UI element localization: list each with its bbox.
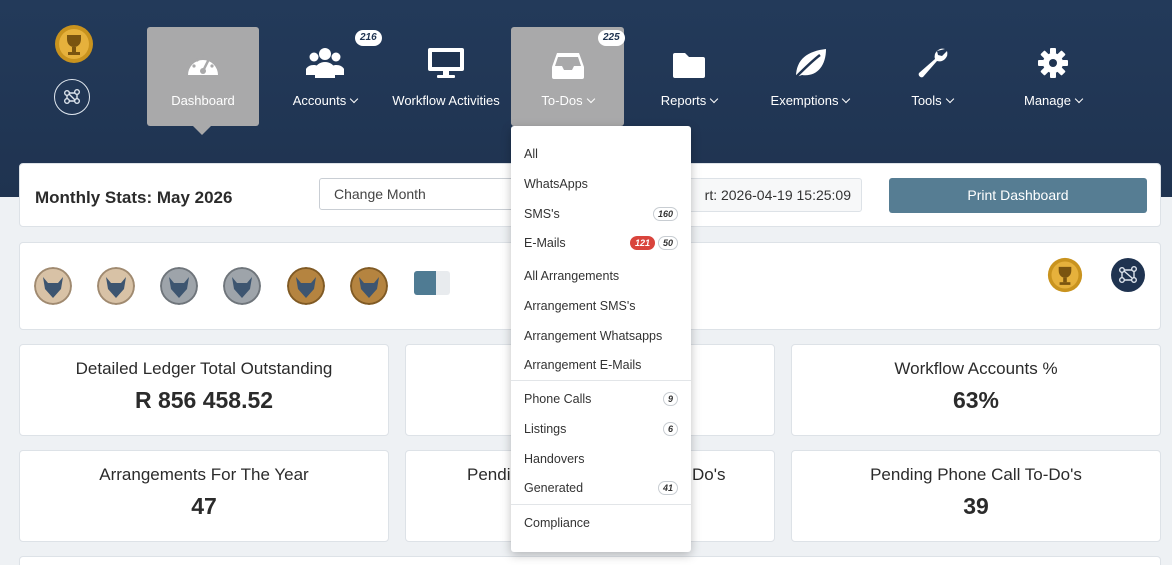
progress-fill xyxy=(414,271,436,295)
brain-network-icon[interactable] xyxy=(54,79,90,115)
menu-item-label: Compliance xyxy=(524,516,591,530)
stat-card-arrangements-year: Arrangements For The Year 47 xyxy=(19,450,389,542)
bottom-panel xyxy=(19,556,1161,565)
nav-dashboard-label: Dashboard xyxy=(171,93,235,108)
unread-count-badge: 121 xyxy=(629,236,655,250)
page-title: Monthly Stats: May 2026 xyxy=(35,188,233,207)
change-month-select[interactable]: Change Month xyxy=(319,178,519,210)
menu-item-label: Arrangement Whatsapps xyxy=(524,329,663,343)
count-badge: 6 xyxy=(662,422,678,436)
leaf-icon xyxy=(792,39,828,79)
menu-item-label: All xyxy=(524,147,538,161)
todos-dropdown-menu: All WhatsApps SMS's 160 E-Mails 121 50 A… xyxy=(511,126,691,552)
menu-item-all-arrangements[interactable]: All Arrangements xyxy=(511,263,691,289)
menu-item-arrangement-emails[interactable]: Arrangement E-Mails xyxy=(511,352,691,378)
fox-badge-icon[interactable] xyxy=(160,267,198,305)
dashboard-gauge-icon xyxy=(185,39,221,79)
menu-item-listings[interactable]: Listings 6 xyxy=(511,416,691,442)
inbox-icon xyxy=(551,39,584,79)
menu-item-label: Phone Calls xyxy=(524,392,592,406)
gear-icon xyxy=(1037,39,1069,79)
chevron-down-icon xyxy=(710,94,719,103)
menu-item-emails[interactable]: E-Mails 121 50 xyxy=(511,230,691,256)
chevron-down-icon xyxy=(349,94,359,103)
menu-item-label: Arrangement SMS's xyxy=(524,299,636,313)
todos-count-badge: 225 xyxy=(598,30,625,46)
stat-card-title-right: Do's xyxy=(692,465,726,484)
nav-reports[interactable]: Reports xyxy=(650,27,728,126)
menu-item-handovers[interactable]: Handovers xyxy=(511,446,691,472)
folder-icon xyxy=(672,39,706,79)
count-badge: 41 xyxy=(657,481,678,495)
fox-badge-icon[interactable] xyxy=(223,267,261,305)
fox-badge-icon[interactable] xyxy=(34,267,72,305)
menu-item-label: E-Mails xyxy=(524,236,566,250)
stat-card-title: Arrangements For The Year xyxy=(99,465,309,484)
report-date-field: rt: 2026-04-19 15:25:09 xyxy=(680,178,862,212)
menu-item-label: Handovers xyxy=(524,452,585,466)
stat-card-value: R 856 458.52 xyxy=(134,387,274,413)
menu-item-label: SMS's xyxy=(524,207,560,221)
stat-card-value: 63% xyxy=(952,387,1000,413)
count-badge: 160 xyxy=(652,207,678,221)
nav-accounts-label: Accounts xyxy=(292,93,347,108)
chevron-down-icon xyxy=(1074,94,1084,103)
chevron-down-icon xyxy=(945,94,954,103)
menu-divider xyxy=(511,504,691,505)
stat-card-title: Workflow Accounts % xyxy=(894,359,1058,378)
stat-card-title: Pending Phone Call To-Do's xyxy=(870,465,1082,484)
menu-item-phone-calls[interactable]: Phone Calls 9 xyxy=(511,386,691,412)
stat-card-value: 47 xyxy=(191,493,217,519)
users-icon xyxy=(306,39,344,79)
menu-item-label: Arrangement E-Mails xyxy=(524,358,642,372)
menu-item-arrangement-whatsapps[interactable]: Arrangement Whatsapps xyxy=(511,323,691,349)
active-tab-pointer xyxy=(192,125,212,135)
menu-item-whatsapps[interactable]: WhatsApps xyxy=(511,171,691,197)
badge-progress-bar xyxy=(414,271,450,295)
accounts-count-badge: 216 xyxy=(355,30,382,46)
nav-workflow-activities[interactable]: Workflow Activities xyxy=(390,27,502,126)
menu-item-label: Listings xyxy=(524,422,567,436)
menu-item-generated[interactable]: Generated 41 xyxy=(511,475,691,501)
chevron-down-icon xyxy=(586,94,595,103)
wrench-icon xyxy=(915,39,949,79)
menu-item-all[interactable]: All xyxy=(511,141,691,167)
stat-card-title: Pendi xyxy=(467,465,511,484)
nav-exemptions-label: Exemptions xyxy=(770,93,839,108)
brain-network-icon[interactable] xyxy=(1110,257,1146,293)
print-dashboard-button[interactable]: Print Dashboard xyxy=(889,178,1147,213)
fox-badge-icon[interactable] xyxy=(287,267,325,305)
chevron-down-icon xyxy=(842,94,851,103)
nav-workflow-label: Workflow Activities xyxy=(392,93,500,108)
nav-manage[interactable]: Manage xyxy=(1014,27,1092,126)
trophy-medal-icon[interactable] xyxy=(1047,257,1083,293)
menu-item-label: Generated xyxy=(524,481,584,495)
stat-card-workflow-accounts: Workflow Accounts % 63% xyxy=(791,344,1161,436)
menu-item-compliance[interactable]: Compliance xyxy=(511,510,691,536)
count-badge: 9 xyxy=(662,392,678,406)
fox-badge-icon[interactable] xyxy=(350,267,388,305)
menu-item-label: All Arrangements xyxy=(524,269,620,283)
nav-exemptions[interactable]: Exemptions xyxy=(762,27,858,126)
menu-divider xyxy=(511,380,691,381)
count-badge: 50 xyxy=(657,236,678,250)
nav-manage-label: Manage xyxy=(1024,93,1071,108)
stat-card-ledger-outstanding: Detailed Ledger Total Outstanding R 856 … xyxy=(19,344,389,436)
nav-reports-label: Reports xyxy=(660,93,707,108)
menu-item-sms[interactable]: SMS's 160 xyxy=(511,201,691,227)
menu-item-label: WhatsApps xyxy=(524,177,588,191)
nav-dashboard[interactable]: Dashboard xyxy=(147,27,259,126)
menu-item-arrangement-sms[interactable]: Arrangement SMS's xyxy=(511,293,691,319)
fox-badge-icon[interactable] xyxy=(97,267,135,305)
stat-card-title: Detailed Ledger Total Outstanding xyxy=(75,359,333,378)
nav-todos-label: To-Dos xyxy=(541,93,583,108)
monitor-icon xyxy=(427,39,465,79)
stat-card-pending-phone-calls: Pending Phone Call To-Do's 39 xyxy=(791,450,1161,542)
trophy-medal-icon[interactable] xyxy=(54,24,94,64)
stat-card-value: 39 xyxy=(963,493,989,519)
nav-tools-label: Tools xyxy=(911,93,942,108)
nav-tools[interactable]: Tools xyxy=(900,27,964,126)
